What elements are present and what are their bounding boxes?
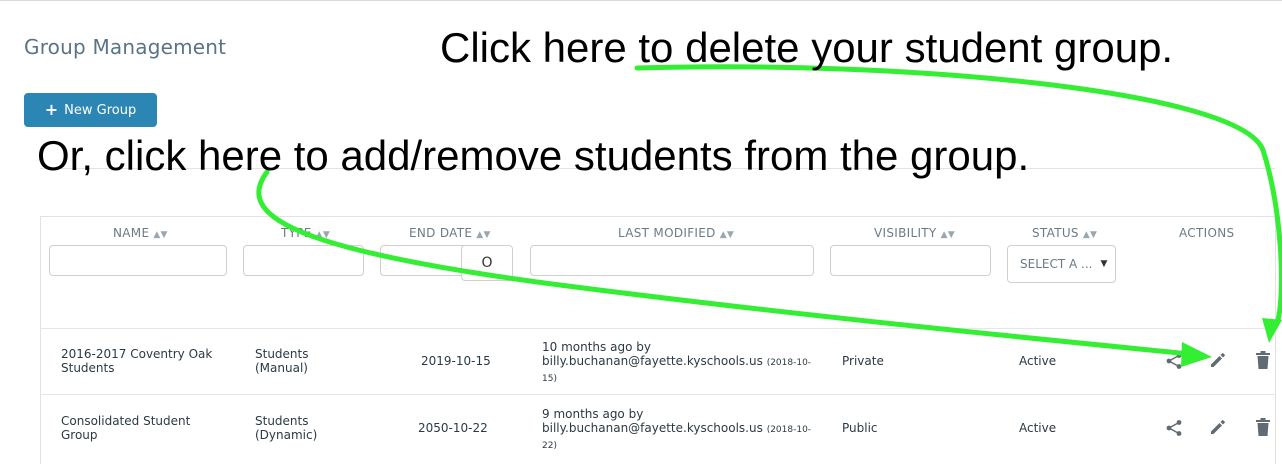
- arrowhead-trash: [1262, 318, 1282, 343]
- arrow-to-trash: [634, 64, 1282, 323]
- arrowhead-pencil: [1181, 342, 1212, 367]
- delete-callout-text: Click here to delete your student group.: [440, 24, 1174, 71]
- add-remove-callout-text: Or, click here to add/remove students fr…: [37, 132, 1030, 179]
- arrow-to-pencil: [256, 169, 1193, 357]
